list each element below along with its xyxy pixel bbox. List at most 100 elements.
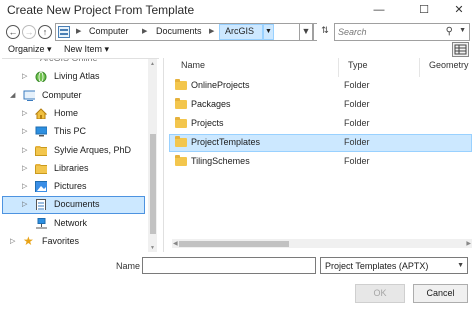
tree-item-home[interactable]: ▷ Home: [2, 105, 145, 123]
breadcrumb-documents[interactable]: Documents: [156, 26, 202, 36]
file-list[interactable]: Name Type Geometry OnlineProjects Folder…: [163, 58, 474, 252]
close-button[interactable]: ✕: [447, 0, 471, 22]
folder-icon: [35, 164, 47, 174]
scroll-up-icon[interactable]: ▲: [150, 61, 155, 67]
file-row[interactable]: TilingSchemes Folder: [169, 153, 472, 171]
column-header-name[interactable]: Name: [181, 60, 205, 77]
breadcrumb-separator-icon: ▶: [209, 28, 215, 35]
file-row[interactable]: OnlineProjects Folder: [169, 77, 472, 95]
file-row[interactable]: Packages Folder: [169, 96, 472, 114]
file-type: Folder: [344, 99, 370, 109]
breadcrumb[interactable]: ▶ Computer ▶ Documents ▶ ArcGIS ▼: [55, 23, 300, 41]
tree-item-favorites[interactable]: ▷ ★ Favorites: [2, 233, 145, 251]
forward-button[interactable]: →: [22, 25, 36, 39]
grid-view-icon: [454, 44, 467, 55]
monitor-icon: [35, 126, 47, 137]
cancel-button[interactable]: Cancel: [413, 284, 468, 303]
sort-icon[interactable]: ⇅: [317, 23, 333, 41]
scroll-down-icon[interactable]: ▼: [150, 245, 155, 251]
new-item-menu[interactable]: New Item ▾: [64, 44, 109, 55]
name-field[interactable]: [142, 257, 316, 274]
expand-arrow-icon[interactable]: ▷: [22, 127, 27, 135]
address-bar: ← → ↑ ▶ Computer ▶ Documents ▶ ArcGIS ▼ …: [0, 22, 474, 42]
documents-icon: [36, 199, 46, 210]
nav-scrollbar[interactable]: ▲ ▼: [148, 59, 157, 252]
file-name: OnlineProjects: [191, 80, 250, 90]
tree-item-this-pc[interactable]: ▷ This PC: [2, 123, 145, 141]
tree-item-partial[interactable]: ArcGIS Online: [2, 59, 145, 68]
window-title: Create New Project From Template: [7, 3, 195, 17]
breadcrumb-arcgis[interactable]: ArcGIS: [225, 26, 254, 36]
expand-arrow-icon[interactable]: ▷: [22, 182, 27, 190]
file-list-scrollbar[interactable]: ◀ ▶: [172, 239, 472, 248]
search-placeholder: Search: [338, 27, 367, 37]
chevron-down-icon[interactable]: ▼: [457, 262, 464, 269]
file-row-selected[interactable]: ProjectTemplates Folder: [169, 134, 472, 152]
tree-item-computer[interactable]: ◢ Computer: [2, 87, 145, 105]
expand-arrow-icon[interactable]: ▷: [10, 237, 15, 245]
folder-view-icon: [58, 26, 70, 38]
folder-icon: [175, 98, 187, 109]
file-type-filter-value: Project Templates (APTX): [325, 261, 429, 271]
nav-scrollbar-thumb[interactable]: [150, 134, 156, 234]
organize-menu[interactable]: Organize ▾: [8, 44, 52, 55]
address-dropdown-icon[interactable]: ▼: [300, 23, 313, 41]
folder-icon: [175, 79, 187, 90]
expand-arrow-icon[interactable]: ▷: [22, 200, 27, 208]
view-options-button[interactable]: [452, 42, 469, 57]
navigation-pane[interactable]: ArcGIS Online ▷ Living Atlas ◢ Computer …: [2, 58, 159, 252]
star-icon: ★: [23, 234, 34, 248]
file-type: Folder: [344, 80, 370, 90]
file-name: Packages: [191, 99, 231, 109]
dialog-footer: Name Project Templates (APTX) ▼ OK Cance…: [0, 252, 474, 311]
folder-icon: [175, 117, 187, 128]
tree-item-libraries[interactable]: ▷ Libraries: [2, 160, 145, 178]
column-header-geometry[interactable]: Geometry: [429, 60, 469, 77]
up-button[interactable]: ↑: [38, 25, 52, 39]
folder-icon: [175, 136, 187, 147]
file-type: Folder: [344, 156, 370, 166]
home-icon: [35, 108, 47, 119]
network-icon: [36, 218, 47, 229]
file-name: ProjectTemplates: [191, 137, 261, 147]
tree-item-living-atlas[interactable]: ▷ Living Atlas: [2, 68, 145, 86]
scroll-right-icon[interactable]: ▶: [466, 240, 471, 247]
column-header-type[interactable]: Type: [348, 60, 368, 77]
file-row[interactable]: Projects Folder: [169, 115, 472, 133]
search-icon[interactable]: ⚲: [446, 26, 453, 37]
ok-button[interactable]: OK: [355, 284, 405, 303]
tree-item-user-folder[interactable]: ▷ Sylvie Arques, PhD: [2, 142, 145, 160]
expand-arrow-icon[interactable]: ▷: [22, 146, 27, 154]
back-button[interactable]: ←: [6, 25, 20, 39]
breadcrumb-dropdown-icon[interactable]: ▼: [263, 24, 274, 40]
search-input[interactable]: Search ⚲ ▼: [334, 23, 470, 41]
breadcrumb-separator-icon: ▶: [142, 28, 148, 35]
search-dropdown-icon[interactable]: ▼: [459, 27, 466, 34]
column-divider[interactable]: [419, 58, 420, 77]
file-list-scrollbar-thumb[interactable]: [179, 241, 289, 247]
computer-icon: [23, 90, 35, 101]
user-folder-icon: [35, 146, 47, 156]
expand-arrow-icon[interactable]: ▷: [22, 72, 27, 80]
globe-icon: [35, 71, 47, 82]
scroll-left-icon[interactable]: ◀: [173, 240, 178, 247]
maximize-button[interactable]: ☐: [412, 0, 436, 22]
tree-item-network[interactable]: Network: [2, 215, 145, 233]
minimize-button[interactable]: —: [367, 0, 391, 22]
file-type: Folder: [344, 118, 370, 128]
tree-item-pictures[interactable]: ▷ Pictures: [2, 178, 145, 196]
tree-item-documents[interactable]: ▷ Documents: [2, 196, 145, 214]
name-label: Name: [116, 261, 141, 271]
breadcrumb-separator-icon: ▶: [76, 28, 82, 35]
toolbar: Organize ▾ New Item ▾: [0, 42, 474, 58]
breadcrumb-computer[interactable]: Computer: [89, 26, 129, 36]
file-type-filter[interactable]: Project Templates (APTX) ▼: [320, 257, 468, 274]
collapse-arrow-icon[interactable]: ◢: [10, 91, 15, 99]
pictures-icon: [35, 181, 47, 192]
title-bar: Create New Project From Template — ☐ ✕: [0, 0, 474, 22]
expand-arrow-icon[interactable]: ▷: [22, 109, 27, 117]
expand-arrow-icon[interactable]: ▷: [22, 164, 27, 172]
folder-icon: [175, 155, 187, 166]
file-name: Projects: [191, 118, 224, 128]
column-divider[interactable]: [338, 58, 339, 77]
